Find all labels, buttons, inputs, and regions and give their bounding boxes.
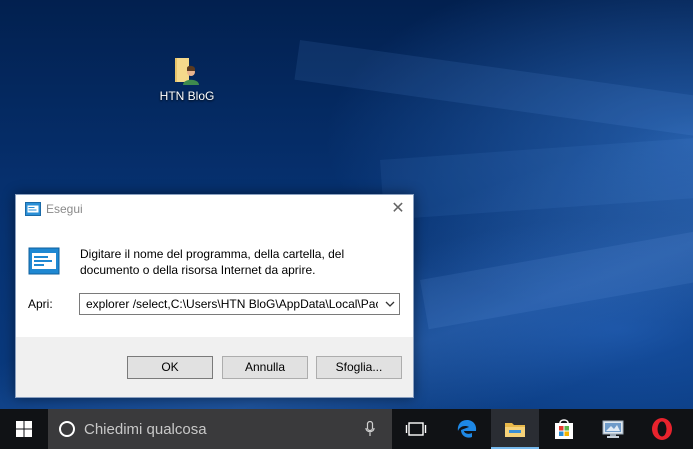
close-icon: ✕: [391, 200, 405, 217]
taskbar-opera[interactable]: [638, 409, 686, 449]
user-folder-icon: [175, 58, 199, 85]
edge-icon: [457, 420, 477, 438]
start-button[interactable]: [0, 409, 48, 449]
task-view-icon: [405, 422, 427, 436]
taskbar-task-view[interactable]: [392, 409, 440, 449]
taskbar-store[interactable]: [540, 409, 588, 449]
taskbar-remote-desktop[interactable]: [589, 409, 637, 449]
wallpaper-ray: [380, 130, 693, 220]
wallpaper-ray: [294, 40, 693, 152]
windows-logo-icon: [16, 421, 32, 437]
microphone-icon[interactable]: [365, 421, 375, 437]
taskbar-edge[interactable]: [443, 409, 491, 449]
cancel-button[interactable]: Annulla: [222, 356, 308, 379]
desktop-icon-user-folder[interactable]: HTN BloG: [152, 56, 222, 103]
search-box[interactable]: Chiedimi qualcosa: [48, 409, 392, 449]
store-icon: [555, 419, 573, 439]
open-label: Apri:: [28, 297, 53, 311]
taskbar-file-explorer[interactable]: [491, 409, 539, 449]
close-button[interactable]: ✕: [383, 195, 413, 224]
desktop-icon-label: HTN BloG: [159, 89, 215, 103]
browse-button[interactable]: Sfoglia...: [316, 356, 402, 379]
remote-desktop-icon: [602, 420, 624, 438]
dialog-message: Digitare il nome del programma, della ca…: [80, 247, 345, 277]
run-dialog: Esegui ✕ Digitare il nome del programma,…: [15, 194, 414, 398]
command-combobox[interactable]: explorer /select,C:\Users\HTN BloG\AppDa…: [79, 293, 400, 315]
dialog-footer: OK Annulla Sfoglia...: [16, 337, 413, 397]
chevron-down-icon[interactable]: [385, 299, 395, 309]
run-large-icon: [28, 247, 60, 275]
run-icon: [25, 202, 41, 216]
dialog-titlebar[interactable]: Esegui ✕: [16, 195, 413, 224]
file-explorer-icon: [505, 423, 525, 437]
command-input[interactable]: explorer /select,C:\Users\HTN BloG\AppDa…: [86, 297, 378, 311]
ok-button[interactable]: OK: [127, 356, 213, 379]
dialog-title: Esegui: [46, 202, 83, 216]
cortana-icon: [59, 421, 75, 437]
opera-icon: [652, 418, 672, 440]
wallpaper-ray: [420, 214, 693, 330]
search-placeholder: Chiedimi qualcosa: [84, 421, 207, 438]
taskbar: Chiedimi qualcosa: [0, 409, 693, 449]
